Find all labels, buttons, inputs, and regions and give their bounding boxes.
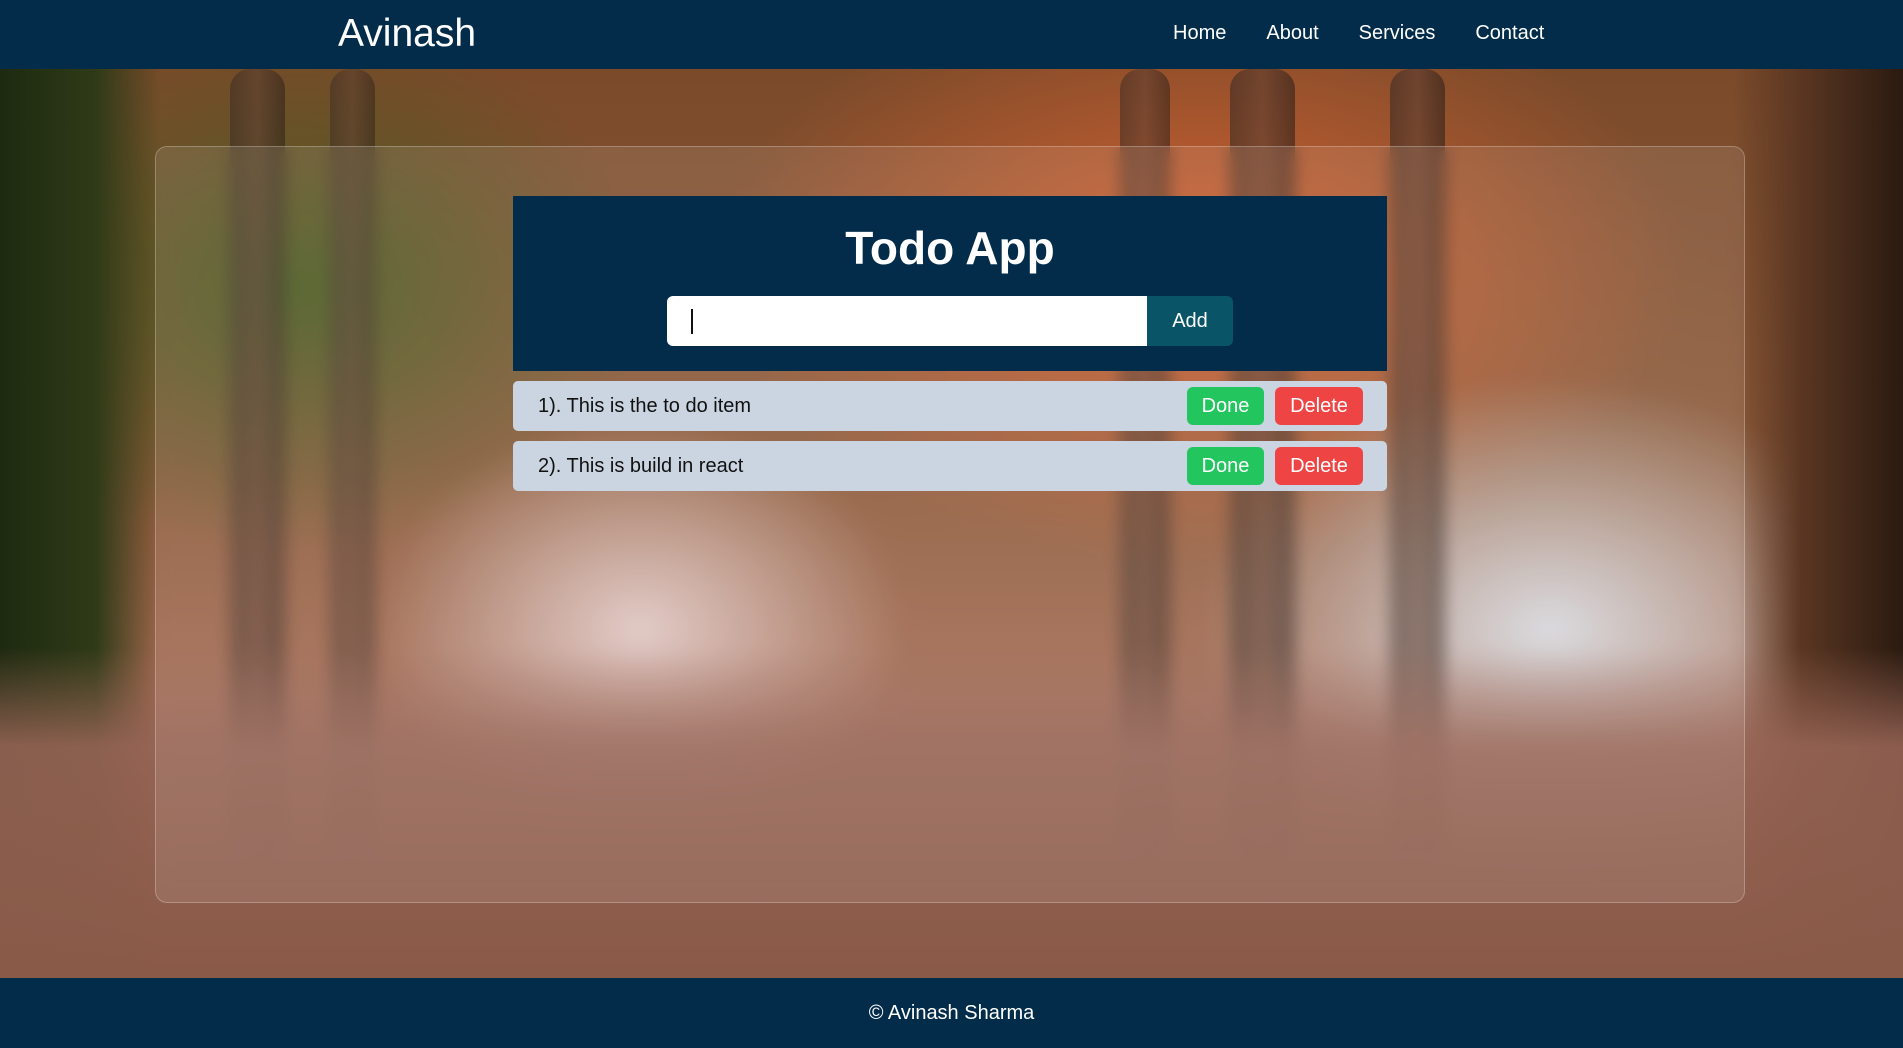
brand-logo[interactable]: Avinash	[338, 11, 476, 57]
todo-item-text: 1). This is the to do item	[538, 395, 752, 417]
text-cursor	[691, 309, 693, 334]
delete-button[interactable]: Delete	[1275, 447, 1363, 485]
page-title: Todo App	[845, 222, 1055, 274]
copyright-text: © Avinash Sharma	[868, 1002, 1035, 1024]
navbar: Avinash Home About Services Contact	[0, 0, 1903, 69]
delete-button[interactable]: Delete	[1275, 387, 1363, 425]
list-item: 2). This is build in react Done Delete	[513, 441, 1387, 491]
nav-link-about[interactable]: About	[1266, 20, 1318, 46]
todo-header: Todo App Add	[513, 196, 1387, 371]
todo-item-text: 2). This is build in react	[538, 455, 744, 477]
nav-link-contact[interactable]: Contact	[1475, 20, 1544, 46]
done-button[interactable]: Done	[1187, 447, 1264, 485]
todo-input[interactable]	[667, 296, 1147, 346]
nav-link-home[interactable]: Home	[1173, 20, 1226, 46]
nav-links: Home About Services Contact	[1173, 20, 1584, 46]
list-item: 1). This is the to do item Done Delete	[513, 381, 1387, 431]
nav-link-services[interactable]: Services	[1359, 20, 1436, 46]
todo-list: 1). This is the to do item Done Delete 2…	[513, 381, 1387, 501]
add-button[interactable]: Add	[1147, 296, 1233, 346]
done-button[interactable]: Done	[1187, 387, 1264, 425]
footer: © Avinash Sharma	[0, 978, 1903, 1048]
